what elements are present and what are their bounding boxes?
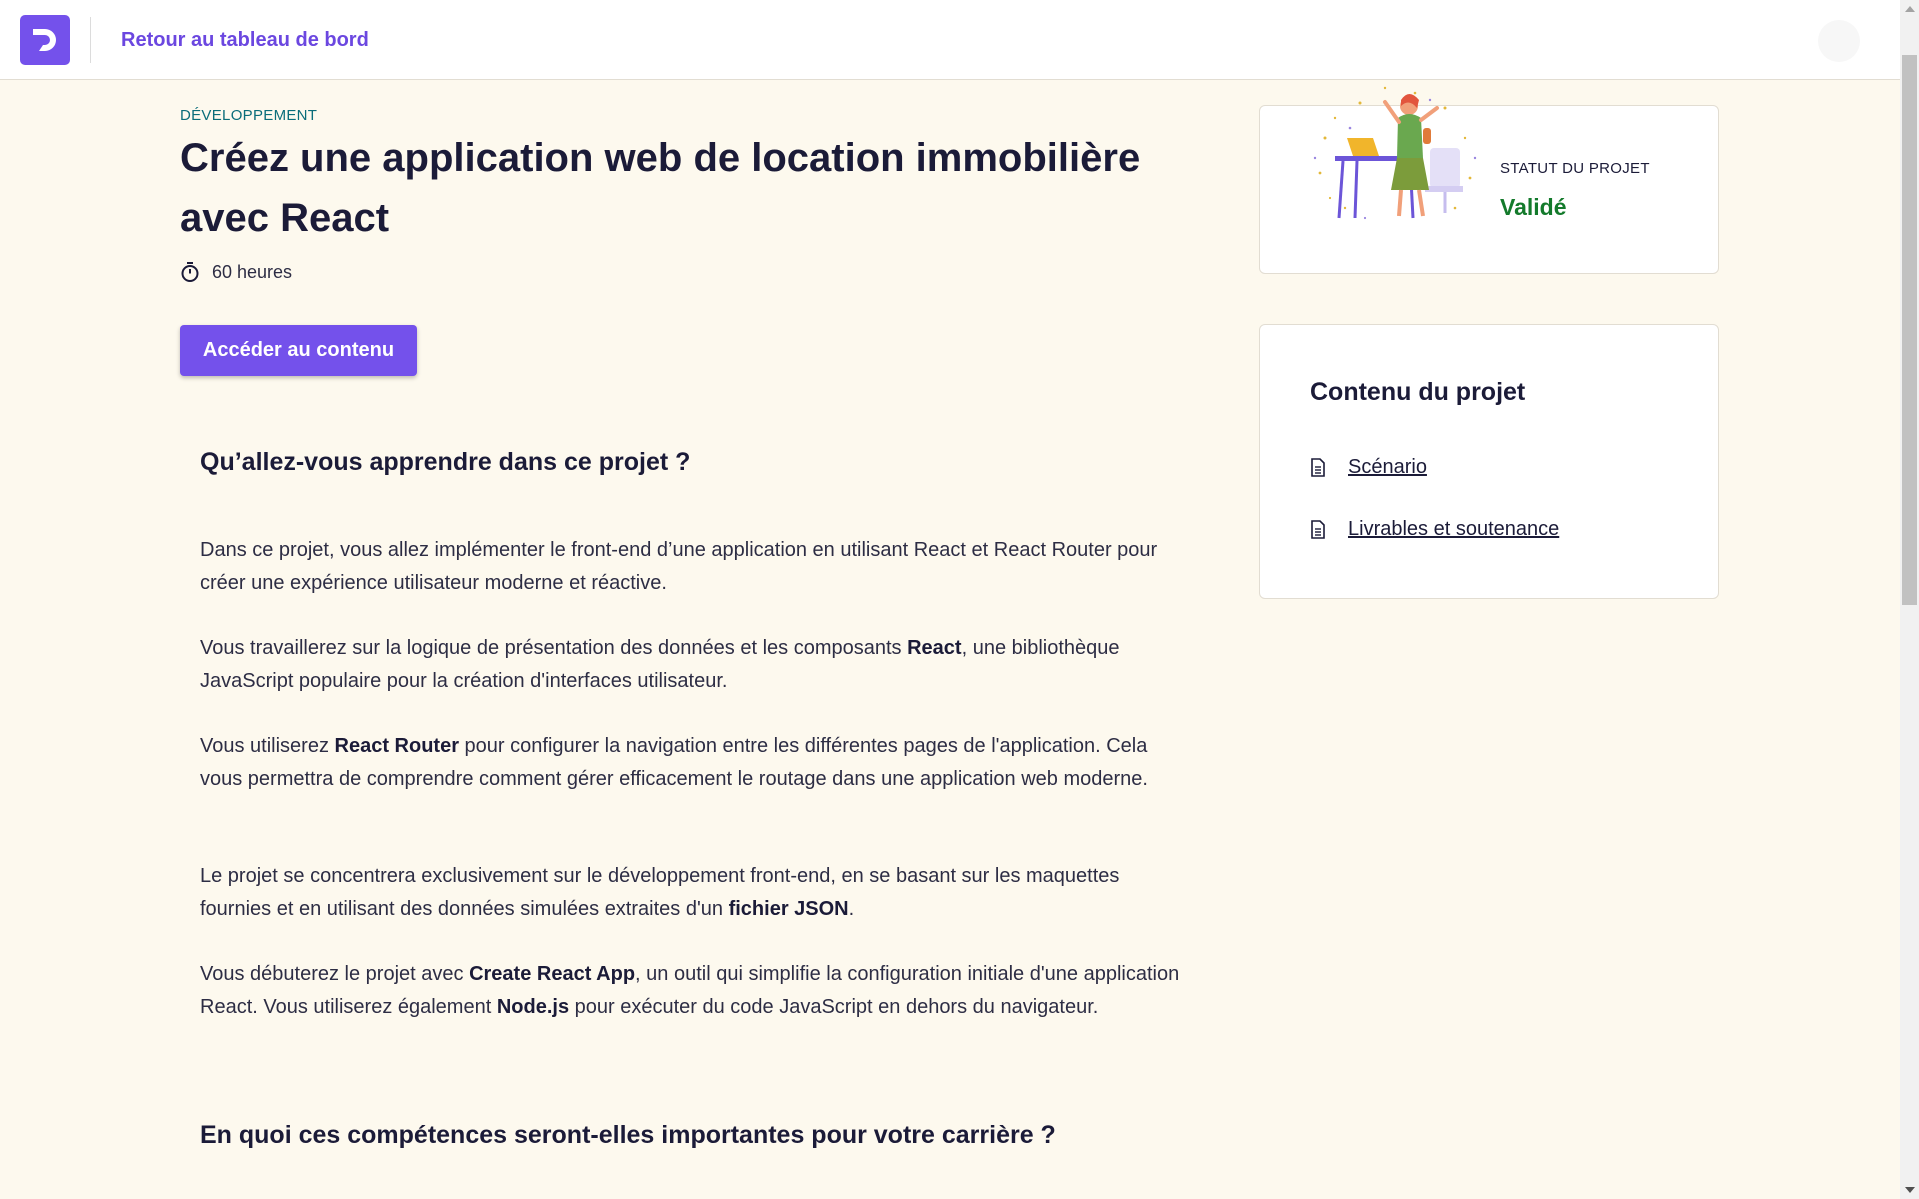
bold-term: React [907, 637, 962, 659]
paragraph-text: . [848, 897, 855, 920]
learn-paragraph: Le projet se concentrera exclusivement s… [200, 860, 1180, 925]
project-duration: 60 heures [180, 261, 292, 283]
project-category: DÉVELOPPEMENT [180, 107, 318, 124]
content-item-deliverables[interactable]: Livrables et soutenance [1310, 518, 1559, 541]
status-label: STATUT DU PROJET [1500, 160, 1650, 177]
document-icon [1311, 520, 1325, 539]
learn-paragraph: Vous débuterez le projet avec Create Rea… [200, 958, 1180, 1023]
paragraph-text: Dans ce projet, vous allez implémenter l… [200, 539, 1158, 594]
content-item-label[interactable]: Scénario [1348, 456, 1427, 479]
openclassrooms-logo-icon[interactable] [20, 15, 70, 65]
content-item-scenario[interactable]: Scénario [1310, 456, 1427, 479]
content-card-title: Contenu du projet [1310, 378, 1526, 406]
page-title: Créez une application web de location im… [180, 136, 1141, 240]
paragraph-text: Vous utiliserez [200, 735, 335, 757]
career-heading: En quoi ces compétences seront-elles imp… [200, 1121, 1056, 1149]
scroll-down-arrow-icon[interactable] [1905, 1187, 1915, 1193]
topbar-divider [90, 17, 91, 63]
scroll-up-arrow-icon[interactable] [1905, 6, 1915, 12]
back-to-dashboard-link[interactable]: Retour au tableau de bord [121, 27, 369, 53]
scrollbar-thumb[interactable] [1902, 55, 1917, 605]
learn-paragraph: Vous utiliserez React Router pour config… [200, 730, 1180, 795]
paragraph-text: Vous débuterez le projet avec [200, 963, 470, 985]
document-icon [1311, 458, 1325, 477]
content-item-label[interactable]: Livrables et soutenance [1348, 518, 1559, 541]
learn-paragraph: Vous travaillerez sur la logique de prés… [200, 632, 1180, 697]
bold-term: fichier JSON [728, 897, 849, 920]
logo-glyph [33, 29, 56, 51]
top-navigation-bar: Retour au tableau de bord [0, 0, 1900, 80]
timer-icon [181, 262, 199, 282]
paragraph-text: Vous travaillerez sur la logique de prés… [200, 637, 908, 659]
access-content-button[interactable]: Accéder au contenu [180, 325, 417, 376]
learn-heading: Qu’allez-vous apprendre dans ce projet ? [200, 448, 691, 476]
duration-label: 60 heures [212, 261, 293, 282]
scrollbar[interactable] [1900, 0, 1919, 1199]
bold-term: Node.js [496, 995, 570, 1018]
paragraph-text: pour exécuter du code JavaScript en deho… [569, 995, 1099, 1018]
bold-term: React Router [334, 735, 459, 757]
bold-term: Create React App [469, 963, 636, 985]
learn-paragraph: Dans ce projet, vous allez implémenter l… [200, 534, 1180, 599]
status-badge: Validé [1500, 194, 1567, 220]
avatar[interactable] [1818, 20, 1860, 62]
celebration-illustration [1313, 86, 1477, 220]
paragraph-text: Le projet se concentrera exclusivement s… [200, 865, 1120, 920]
